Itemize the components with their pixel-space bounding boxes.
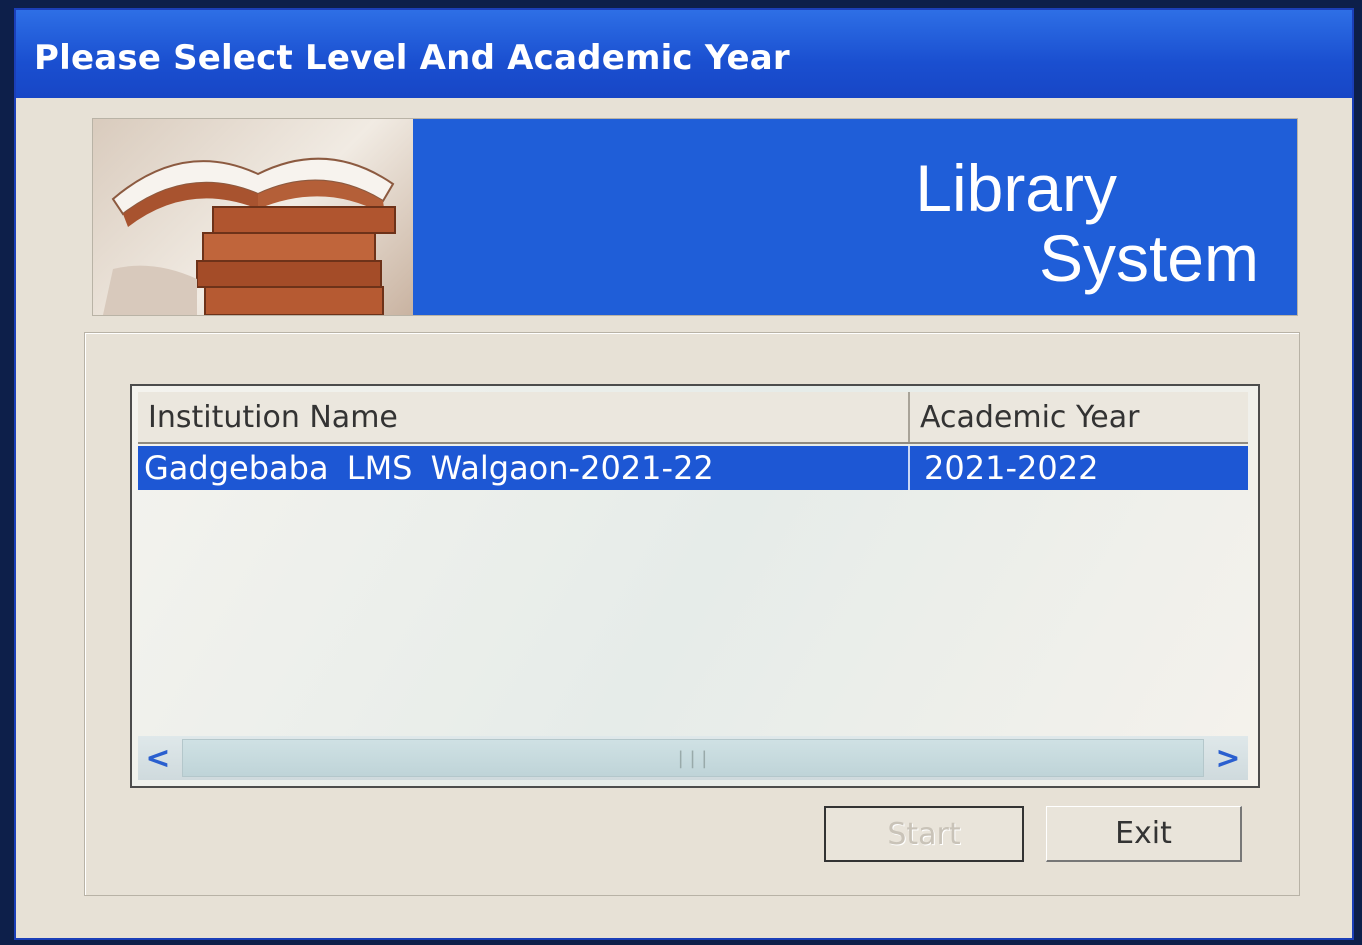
column-header-institution[interactable]: Institution Name	[138, 392, 910, 442]
books-icon	[93, 119, 413, 315]
horizontal-scrollbar[interactable]: < ||| >	[138, 736, 1248, 780]
title-bar[interactable]: Please Select Level And Academic Year	[16, 10, 1352, 98]
column-header-academic-year[interactable]: Academic Year	[910, 392, 1248, 442]
cell-institution-name[interactable]: Gadgebaba LMS Walgaon-2021-22	[138, 446, 910, 490]
banner-title-line1: Library	[915, 151, 1117, 225]
banner-title: Library System	[915, 153, 1259, 293]
window-title: Please Select Level And Academic Year	[34, 38, 790, 78]
table-row[interactable]: Gadgebaba LMS Walgaon-2021-22 2021-2022	[138, 446, 1248, 490]
scrollbar-thumb[interactable]: |||	[182, 739, 1204, 777]
chevron-right-icon[interactable]: >	[1208, 738, 1248, 778]
cell-academic-year[interactable]: 2021-2022	[910, 446, 1248, 490]
list-header: Institution Name Academic Year	[138, 392, 1248, 444]
scrollbar-grip: |||	[675, 747, 711, 769]
chevron-left-icon[interactable]: <	[138, 738, 178, 778]
exit-button[interactable]: Exit	[1046, 806, 1242, 862]
library-banner: Library System	[92, 118, 1298, 316]
start-button[interactable]: Start	[824, 806, 1024, 862]
banner-title-line2: System	[1038, 221, 1259, 295]
institution-list[interactable]: Institution Name Academic Year Gadgebaba…	[130, 384, 1260, 788]
dialog-window: Please Select Level And Academic Year Li…	[14, 8, 1354, 940]
